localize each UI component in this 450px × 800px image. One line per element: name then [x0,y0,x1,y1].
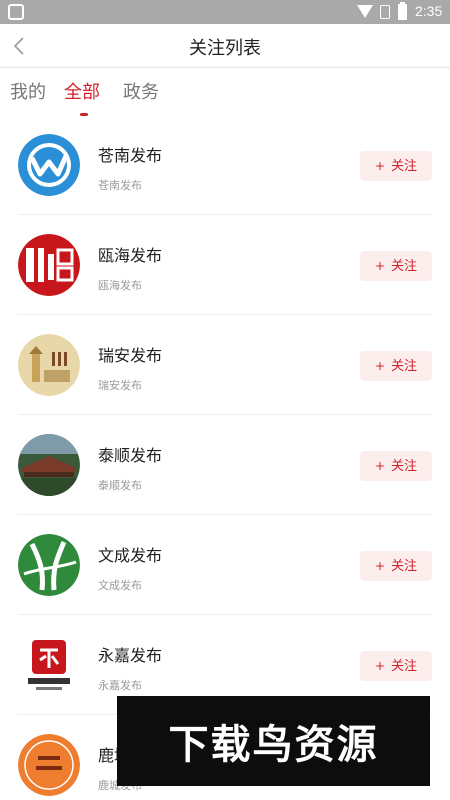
lucheng-orange-logo-icon [18,734,80,796]
plus-icon: + [374,259,386,273]
follow-button[interactable]: + 关注 [360,551,432,581]
account-subtitle: 瓯海发布 [98,279,142,292]
follow-button[interactable]: + 关注 [360,351,432,381]
list-item[interactable]: 苍南发布 苍南发布 + 关注 [0,115,450,215]
account-name: 泰顺发布 [98,446,163,465]
plus-icon: + [374,659,386,673]
account-subtitle: 文成发布 [98,579,142,592]
page-title: 关注列表 [189,38,261,59]
account-name: 瑞安发布 [98,346,163,365]
yongjia-logo-icon [18,634,80,696]
account-name: 苍南发布 [98,146,163,165]
battery-icon [398,2,407,20]
tab-all[interactable]: 全部 [64,78,100,104]
plus-icon: + [374,459,386,473]
wifi-icon [357,5,373,18]
status-bar: 2:35 [0,0,450,24]
account-subtitle: 瑞安发布 [98,379,142,392]
tab-mine[interactable]: 我的 [10,78,46,104]
ouhai-seal-logo-icon [18,234,80,296]
account-name: 文成发布 [98,546,163,565]
follow-button[interactable]: + 关注 [360,151,432,181]
plus-icon: + [374,359,386,373]
plus-icon: + [374,159,386,173]
account-subtitle: 泰顺发布 [98,479,142,492]
account-subtitle: 永嘉发布 [98,679,142,692]
taishun-bridge-photo-icon [18,434,80,496]
account-name: 永嘉发布 [98,646,163,665]
account-subtitle: 苍南发布 [98,179,142,192]
header-bar: 关注列表 [0,24,450,68]
status-time: 2:35 [415,3,443,19]
follow-button[interactable]: + 关注 [360,651,432,681]
follow-button[interactable]: + 关注 [360,451,432,481]
ruian-pagoda-logo-icon [18,334,80,396]
list-item[interactable]: 泰顺发布 泰顺发布 + 关注 [0,415,450,515]
list-item[interactable]: 瓯海发布 瓯海发布 + 关注 [0,215,450,315]
tab-bar: 我的 全部 政务 [0,70,450,116]
cangnan-logo-icon [18,134,80,196]
account-name: 瓯海发布 [98,246,163,265]
sim-icon [380,5,390,19]
wencheng-green-logo-icon [18,534,80,596]
watermark-text: 下载鸟资源 [168,722,379,768]
watermark-banner: 下载鸟资源 [117,696,430,786]
tab-government[interactable]: 政务 [123,78,159,104]
notification-icon [8,4,24,20]
list-item[interactable]: 瑞安发布 瑞安发布 + 关注 [0,315,450,415]
list-item[interactable]: 文成发布 文成发布 + 关注 [0,515,450,615]
plus-icon: + [374,559,386,573]
follow-button[interactable]: + 关注 [360,251,432,281]
